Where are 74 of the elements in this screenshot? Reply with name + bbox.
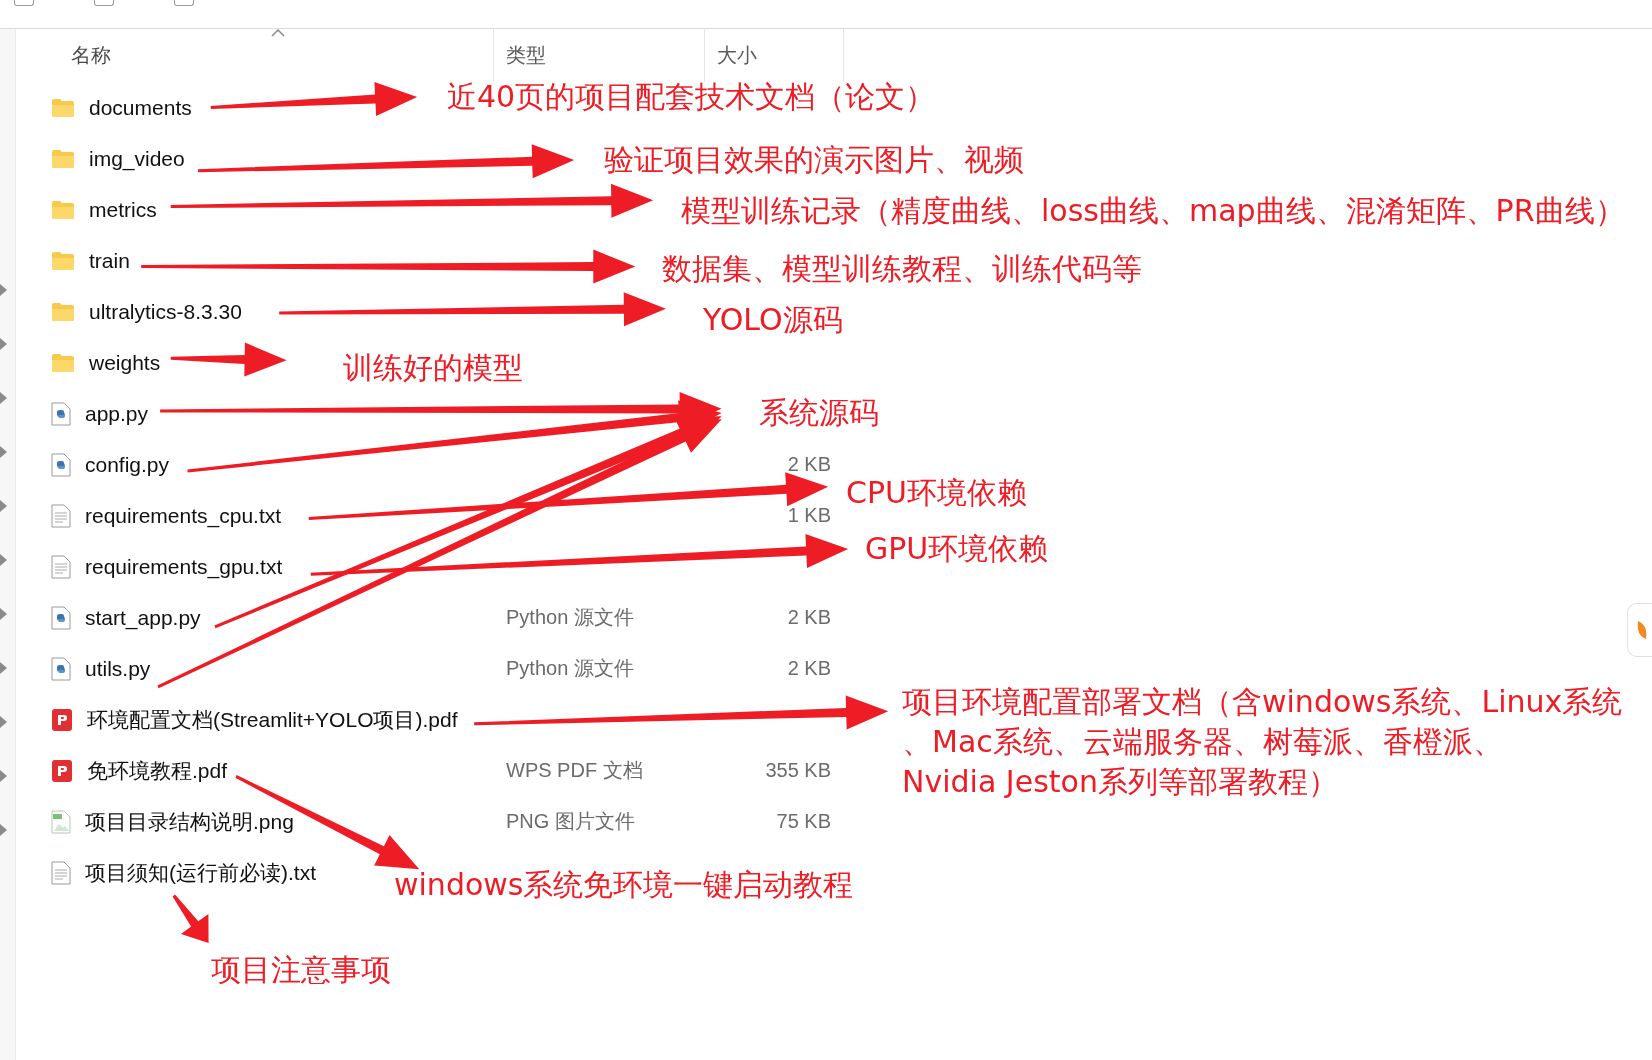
annotation-label: GPU环境依赖 [865,531,1049,567]
expand-chevron-icon[interactable] [0,823,8,837]
image-file-icon [51,809,71,834]
toolbar-icon[interactable] [94,0,114,6]
pdf-file-icon [51,758,73,783]
column-header[interactable]: 名称 [16,29,494,82]
folder-icon [51,199,75,220]
folder-icon [51,352,75,373]
file-size: 2 KB [786,657,832,680]
file-size: 1 KB [786,504,832,527]
file-name[interactable]: requirements_cpu.txt [85,503,282,528]
folder-icon [51,148,75,169]
text-file-icon [51,503,71,528]
expand-chevron-icon[interactable] [0,337,8,351]
annotation-label: 项目环境配置部署文档（含windows系统、Linux系统 、Mac系统、云端服务器、树莓派、香橙派、 Nvidia Jeston系列等部署教程） [902,683,1623,801]
sort-caret-icon [271,29,285,37]
annotation-label: 训练好的模型 [343,350,523,386]
python-file-icon [51,605,71,630]
expand-chevron-icon[interactable] [0,391,8,405]
file-name[interactable]: 环境配置文档(Streamlit+YOLO项目).pdf [87,705,458,734]
expand-chevron-icon[interactable] [0,499,8,513]
pdf-file-icon [51,707,73,732]
file-name[interactable]: app.py [85,401,149,426]
file-name[interactable]: 项目须知(运行前必读).txt [85,858,316,887]
column-header[interactable]: 类型 [494,29,705,82]
text-file-icon [51,554,71,579]
file-name[interactable]: img_video [89,146,185,171]
annotation-label: 近40页的项目配套技术文档（论文） [447,79,936,115]
annotation-label: 模型训练记录（精度曲线、loss曲线、map曲线、混淆矩阵、PR曲线） [681,193,1625,229]
python-file-icon [51,656,71,681]
annotation-label: windows系统免环境一键启动教程 [394,867,854,903]
file-name[interactable]: weights [89,350,161,375]
file-size: 2 KB [786,606,832,629]
annotation-label: CPU环境依赖 [846,475,1027,511]
toolbar-icon[interactable] [174,0,194,6]
annotation-label: 数据集、模型训练教程、训练代码等 [662,251,1142,287]
file-name[interactable]: start_app.py [85,605,201,630]
folder-icon [51,97,75,118]
file-type: WPS PDF 文档 [505,758,644,783]
file-name[interactable]: config.py [85,452,170,477]
annotation-label: 系统源码 [759,395,879,431]
file-size: 75 KB [775,810,832,833]
file-size: 2 KB [786,453,832,476]
annotation-arrow [172,894,209,943]
folder-icon [51,301,75,322]
annotation-label: YOLO源码 [703,302,843,338]
toolbar-icon[interactable] [14,0,34,6]
file-type: Python 源文件 [505,656,635,681]
file-name[interactable]: train [89,248,130,273]
file-name[interactable]: requirements_gpu.txt [85,554,283,579]
file-name[interactable]: metrics [89,197,157,222]
annotation-label: 项目注意事项 [211,952,391,988]
column-header[interactable]: 大小 [705,29,844,82]
expand-chevron-icon[interactable] [0,607,8,621]
file-name[interactable]: 免环境教程.pdf [87,756,228,785]
python-file-icon [51,452,71,477]
leaf-icon [1636,619,1648,641]
expand-chevron-icon[interactable] [0,715,8,729]
annotation-label: 验证项目效果的演示图片、视频 [604,142,1024,178]
expand-chevron-icon[interactable] [0,553,8,567]
file-type: Python 源文件 [505,605,635,630]
text-file-icon [51,860,71,885]
file-name[interactable]: documents [89,95,192,120]
expand-chevron-icon[interactable] [0,445,8,459]
expand-chevron-icon[interactable] [0,769,8,783]
python-file-icon [51,401,71,426]
file-size: 355 KB [764,759,832,782]
file-name[interactable]: ultralytics-8.3.30 [89,299,242,324]
expand-chevron-icon[interactable] [0,661,8,675]
file-name[interactable]: 项目目录结构说明.png [85,807,294,836]
file-name[interactable]: utils.py [85,656,151,681]
file-type: PNG 图片文件 [505,809,636,834]
folder-icon [51,250,75,271]
expand-chevron-icon[interactable] [0,283,8,297]
